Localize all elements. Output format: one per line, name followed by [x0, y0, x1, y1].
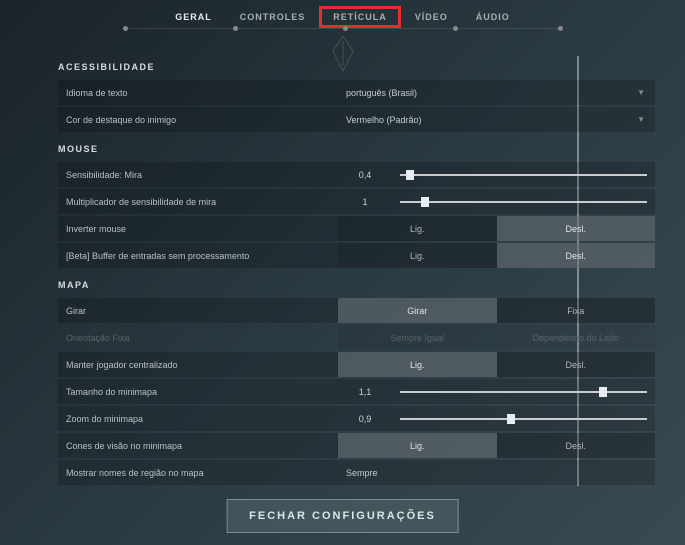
dropdown-region-names[interactable]: Sempre — [338, 460, 655, 485]
dropdown-language-value: português (Brasil) — [346, 88, 417, 98]
value-sens-multiplier[interactable]: 1 — [338, 197, 392, 207]
label-keep-centered: Manter jogador centralizado — [58, 360, 338, 370]
slider-sens-multiplier[interactable] — [392, 189, 655, 214]
toggle-fo-1: Sempre Igual — [338, 325, 497, 350]
tab-controles[interactable]: CONTROLES — [226, 6, 320, 28]
row-invert-mouse: Inverter mouse Lig. Desl. — [58, 216, 655, 241]
row-region-names: Mostrar nomes de região no mapa Sempre — [58, 460, 655, 485]
row-keep-centered: Manter jogador centralizado Lig. Desl. — [58, 352, 655, 377]
slider-minimap-zoom[interactable] — [392, 406, 655, 431]
toggle-on[interactable]: Lig. — [338, 243, 497, 268]
row-minimap-size: Tamanho do minimapa 1,1 — [58, 379, 655, 404]
tab-reticula[interactable]: RETÍCULA — [319, 6, 401, 28]
row-minimap-zoom: Zoom do minimapa 0,9 — [58, 406, 655, 431]
label-enemy-color: Cor de destaque do inimigo — [58, 115, 338, 125]
label-sensitivity: Sensibilidade: Mira — [58, 170, 338, 180]
label-vision-cones: Cones de visão no minimapa — [58, 441, 338, 451]
toggle-on[interactable]: Lig. — [338, 352, 497, 377]
chevron-down-icon: ▼ — [637, 115, 645, 124]
section-accessibility: ACESSIBILIDADE — [58, 62, 655, 72]
label-rotate: Girar — [58, 306, 338, 316]
label-sens-multiplier: Multiplicador de sensibilidade de mira — [58, 197, 338, 207]
toggle-invert-mouse[interactable]: Lig. Desl. — [338, 216, 655, 241]
toggle-fixed-orientation: Sempre Igual Dependendo do Lado — [338, 325, 655, 350]
tab-bar: GERAL CONTROLES RETÍCULA VÍDEO ÁUDIO — [0, 0, 685, 28]
toggle-fo-2: Dependendo do Lado — [497, 325, 656, 350]
label-language: Idioma de texto — [58, 88, 338, 98]
row-fixed-orientation: Orientação Fixa Sempre Igual Dependendo … — [58, 325, 655, 350]
label-region-names: Mostrar nomes de região no mapa — [58, 468, 338, 478]
toggle-vision-cones[interactable]: Lig. Desl. — [338, 433, 655, 458]
row-enemy-color: Cor de destaque do inimigo Vermelho (Pad… — [58, 107, 655, 132]
row-raw-buffer: [Beta] Buffer de entradas sem processame… — [58, 243, 655, 268]
toggle-rotate-fixa[interactable]: Fixa — [497, 298, 656, 323]
slider-minimap-size[interactable] — [392, 379, 655, 404]
label-raw-buffer: [Beta] Buffer de entradas sem processame… — [58, 251, 338, 261]
toggle-off[interactable]: Desl. — [497, 216, 656, 241]
dropdown-region-names-value: Sempre — [346, 468, 378, 478]
dropdown-enemy-color-value: Vermelho (Padrão) — [346, 115, 422, 125]
slider-sensitivity[interactable] — [392, 162, 655, 187]
close-settings-button[interactable]: FECHAR CONFIGURAÇÕES — [226, 499, 459, 533]
value-minimap-zoom[interactable]: 0,9 — [338, 414, 392, 424]
toggle-rotate[interactable]: Girar Fixa — [338, 298, 655, 323]
value-sensitivity[interactable]: 0,4 — [338, 170, 392, 180]
section-map: MAPA — [58, 280, 655, 290]
tab-geral[interactable]: GERAL — [161, 6, 226, 28]
toggle-on[interactable]: Lig. — [338, 433, 497, 458]
section-mouse: MOUSE — [58, 144, 655, 154]
label-fixed-orientation: Orientação Fixa — [58, 333, 338, 343]
toggle-raw-buffer[interactable]: Lig. Desl. — [338, 243, 655, 268]
row-vision-cones: Cones de visão no minimapa Lig. Desl. — [58, 433, 655, 458]
toggle-off[interactable]: Desl. — [497, 433, 656, 458]
toggle-on[interactable]: Lig. — [338, 216, 497, 241]
row-language: Idioma de texto português (Brasil) ▼ — [58, 80, 655, 105]
value-minimap-size[interactable]: 1,1 — [338, 387, 392, 397]
tab-divider — [123, 28, 563, 29]
toggle-off[interactable]: Desl. — [497, 243, 656, 268]
label-minimap-size: Tamanho do minimapa — [58, 387, 338, 397]
row-rotate: Girar Girar Fixa — [58, 298, 655, 323]
chevron-down-icon: ▼ — [637, 88, 645, 97]
row-sens-multiplier: Multiplicador de sensibilidade de mira 1 — [58, 189, 655, 214]
dropdown-language[interactable]: português (Brasil) ▼ — [338, 80, 655, 105]
tab-video[interactable]: VÍDEO — [401, 6, 462, 28]
settings-content: ACESSIBILIDADE Idioma de texto português… — [58, 50, 655, 485]
toggle-off[interactable]: Desl. — [497, 352, 656, 377]
toggle-rotate-girar[interactable]: Girar — [338, 298, 497, 323]
dropdown-enemy-color[interactable]: Vermelho (Padrão) ▼ — [338, 107, 655, 132]
label-invert-mouse: Inverter mouse — [58, 224, 338, 234]
label-minimap-zoom: Zoom do minimapa — [58, 414, 338, 424]
toggle-keep-centered[interactable]: Lig. Desl. — [338, 352, 655, 377]
row-sensitivity: Sensibilidade: Mira 0,4 — [58, 162, 655, 187]
tab-audio[interactable]: ÁUDIO — [462, 6, 524, 28]
